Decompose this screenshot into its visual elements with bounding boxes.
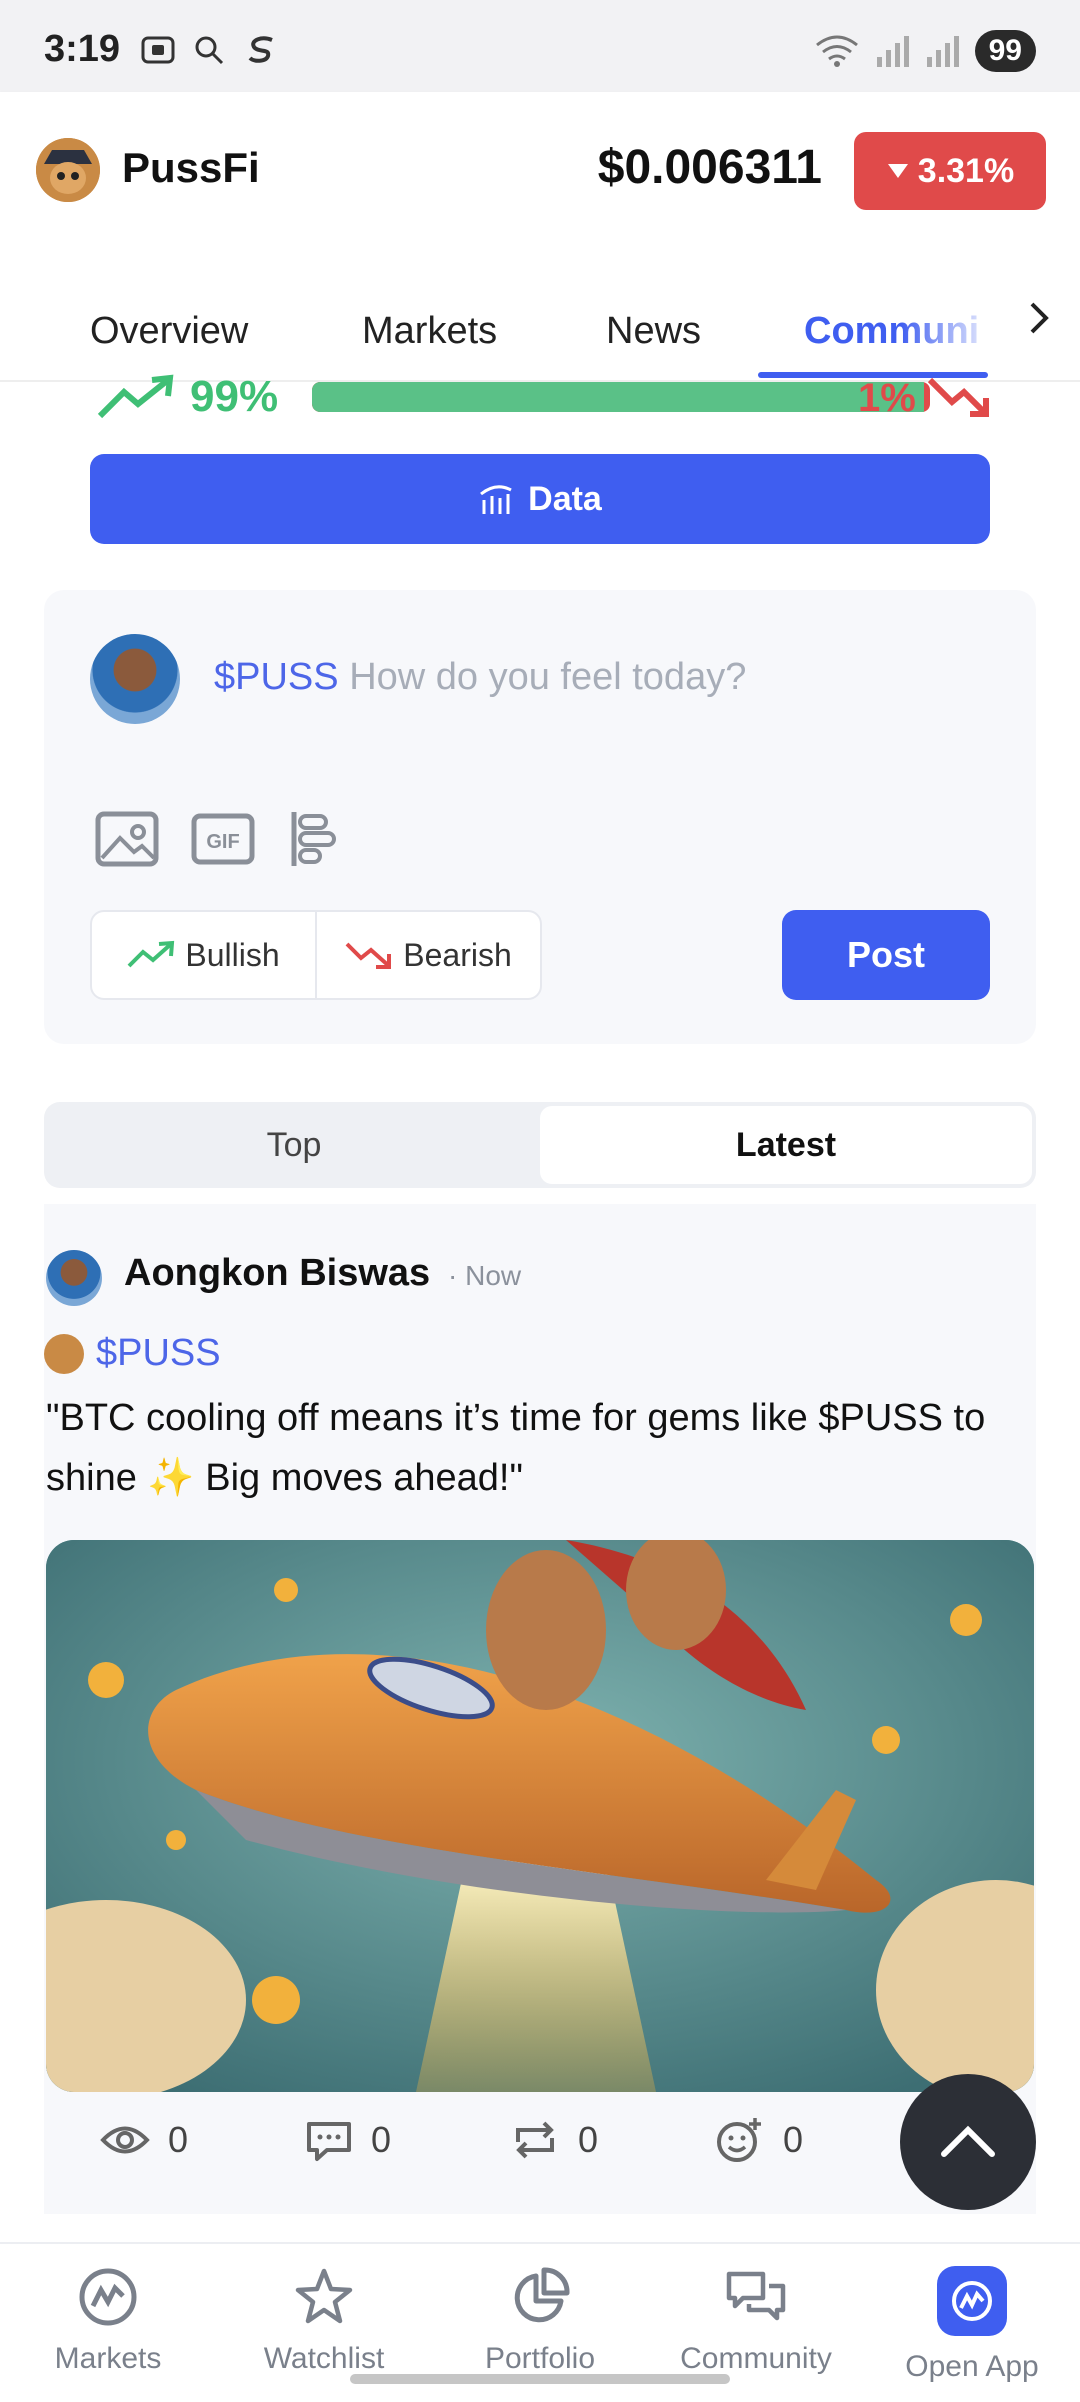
search-app-icon xyxy=(195,36,224,65)
composer-ticker: $PUSS xyxy=(214,656,339,698)
price-change-value: 3.31% xyxy=(917,151,1015,190)
post-image[interactable] xyxy=(46,1540,1034,2092)
token-price: $0.006311 xyxy=(597,141,822,194)
wifi-icon xyxy=(815,35,858,67)
chat-bubbles-icon xyxy=(726,2271,786,2321)
status-left-icons xyxy=(140,34,280,66)
image-icon[interactable] xyxy=(94,808,160,870)
sentiment-toggle: Bullish Bearish xyxy=(90,910,542,1000)
status-time: 3:19 xyxy=(44,28,121,70)
author-avatar[interactable] xyxy=(46,1250,102,1306)
trend-up-icon xyxy=(127,940,175,968)
post-button[interactable]: Post xyxy=(782,910,990,1000)
post-text: "BTC cooling off means it’s time for gem… xyxy=(46,1397,986,1499)
battery-level: 99 xyxy=(974,30,1036,72)
token-logo-small xyxy=(44,1333,84,1374)
composer-placeholder: How do you feel today? xyxy=(349,656,747,698)
bullish-fill xyxy=(312,382,924,412)
add-reaction-icon xyxy=(717,2118,761,2162)
sort-tab-latest[interactable]: Latest xyxy=(540,1106,1032,1184)
data-button-label: Data xyxy=(528,479,602,518)
pie-chart-icon xyxy=(514,2267,570,2323)
gif-icon[interactable]: GIF xyxy=(190,808,256,870)
feed-sort-tabs: Top Latest xyxy=(44,1102,1036,1188)
bullish-button[interactable]: Bullish xyxy=(92,912,315,998)
reactions-count: 0 xyxy=(783,2119,804,2160)
star-icon xyxy=(295,2268,353,2324)
trend-up-icon xyxy=(97,374,174,419)
token-logo xyxy=(36,138,100,202)
s-app-icon xyxy=(248,36,273,63)
bearish-button[interactable]: Bearish xyxy=(315,912,540,998)
tab-fade xyxy=(900,288,1000,368)
chevron-up-icon xyxy=(941,2125,995,2157)
token-header: PussFi $0.006311 3.31% xyxy=(0,92,1080,248)
nav-portfolio-label: Portfolio xyxy=(484,2342,596,2375)
media-icons: GIF xyxy=(94,808,352,870)
tab-news[interactable]: News xyxy=(606,310,701,353)
post-composer: $PUSS How do you feel today? GIF Bullish… xyxy=(44,590,1036,1044)
sentiment-track xyxy=(312,382,930,412)
post-ticker-link[interactable]: $PUSS xyxy=(44,1332,221,1375)
chevron-right-icon[interactable] xyxy=(1024,298,1054,338)
signal-icon-2 xyxy=(926,36,959,67)
post-ticker: $PUSS xyxy=(96,1332,221,1374)
section-tabs: Overview Markets News Communi xyxy=(0,248,1080,382)
price-change-badge[interactable]: 3.31% xyxy=(854,132,1046,210)
signal-icon xyxy=(876,36,909,67)
status-right-icons: 99 xyxy=(813,30,1036,72)
feed-post[interactable]: Aongkon Biswas · Now $PUSS "BTC cooling … xyxy=(44,1204,1036,2214)
open-app-icon xyxy=(937,2266,1007,2336)
comments-count: 0 xyxy=(371,2119,392,2160)
reposts-count: 0 xyxy=(578,2119,599,2160)
comments-stat[interactable]: 0 xyxy=(305,2108,510,2172)
tab-overview[interactable]: Overview xyxy=(90,310,248,353)
comment-icon xyxy=(307,2122,351,2161)
scroll-to-top-button[interactable] xyxy=(900,2074,1036,2210)
bearish-percent: 1% xyxy=(858,376,916,420)
reactions-stat[interactable]: 0 xyxy=(715,2108,920,2172)
poll-icon[interactable] xyxy=(286,808,352,870)
post-time: · Now xyxy=(448,1260,522,1291)
trend-down-icon xyxy=(927,377,989,417)
nav-watchlist-label: Watchlist xyxy=(263,2342,385,2375)
svg-text:GIF: GIF xyxy=(206,831,239,853)
repost-icon xyxy=(516,2121,554,2159)
views-count: 0 xyxy=(168,2119,189,2160)
composer-input[interactable]: $PUSS How do you feel today? xyxy=(214,656,746,699)
screenshot-icon xyxy=(141,36,175,64)
user-avatar xyxy=(90,634,180,724)
post-stats: 0 0 0 0 xyxy=(100,2108,980,2172)
nav-open-app[interactable]: Open App xyxy=(864,2244,1080,2402)
token-name: PussFi xyxy=(122,144,260,191)
sort-tab-top[interactable]: Top xyxy=(48,1106,540,1184)
reposts-stat[interactable]: 0 xyxy=(510,2108,715,2172)
tab-markets[interactable]: Markets xyxy=(362,310,497,353)
bullish-label: Bullish xyxy=(185,936,280,973)
triangle-down-icon xyxy=(887,164,908,178)
eye-icon xyxy=(100,2126,150,2154)
home-indicator xyxy=(350,2374,730,2384)
data-button[interactable]: Data xyxy=(90,454,990,544)
nav-community-label: Community xyxy=(680,2342,832,2375)
chart-icon xyxy=(480,485,512,514)
nav-markets-label: Markets xyxy=(54,2342,162,2375)
trend-down-icon xyxy=(345,942,392,969)
coinmarketcap-icon xyxy=(79,2268,137,2326)
bearish-label: Bearish xyxy=(403,936,512,973)
views-stat: 0 xyxy=(100,2108,305,2172)
nav-open-app-label: Open App xyxy=(905,2350,1039,2383)
sentiment-bar: 99% 1% xyxy=(90,372,990,428)
bullish-percent: 99% xyxy=(190,372,279,421)
status-bar: 3:19 99 xyxy=(0,0,1080,92)
nav-markets[interactable]: Markets xyxy=(0,2244,216,2402)
author-name[interactable]: Aongkon Biswas xyxy=(124,1252,430,1295)
